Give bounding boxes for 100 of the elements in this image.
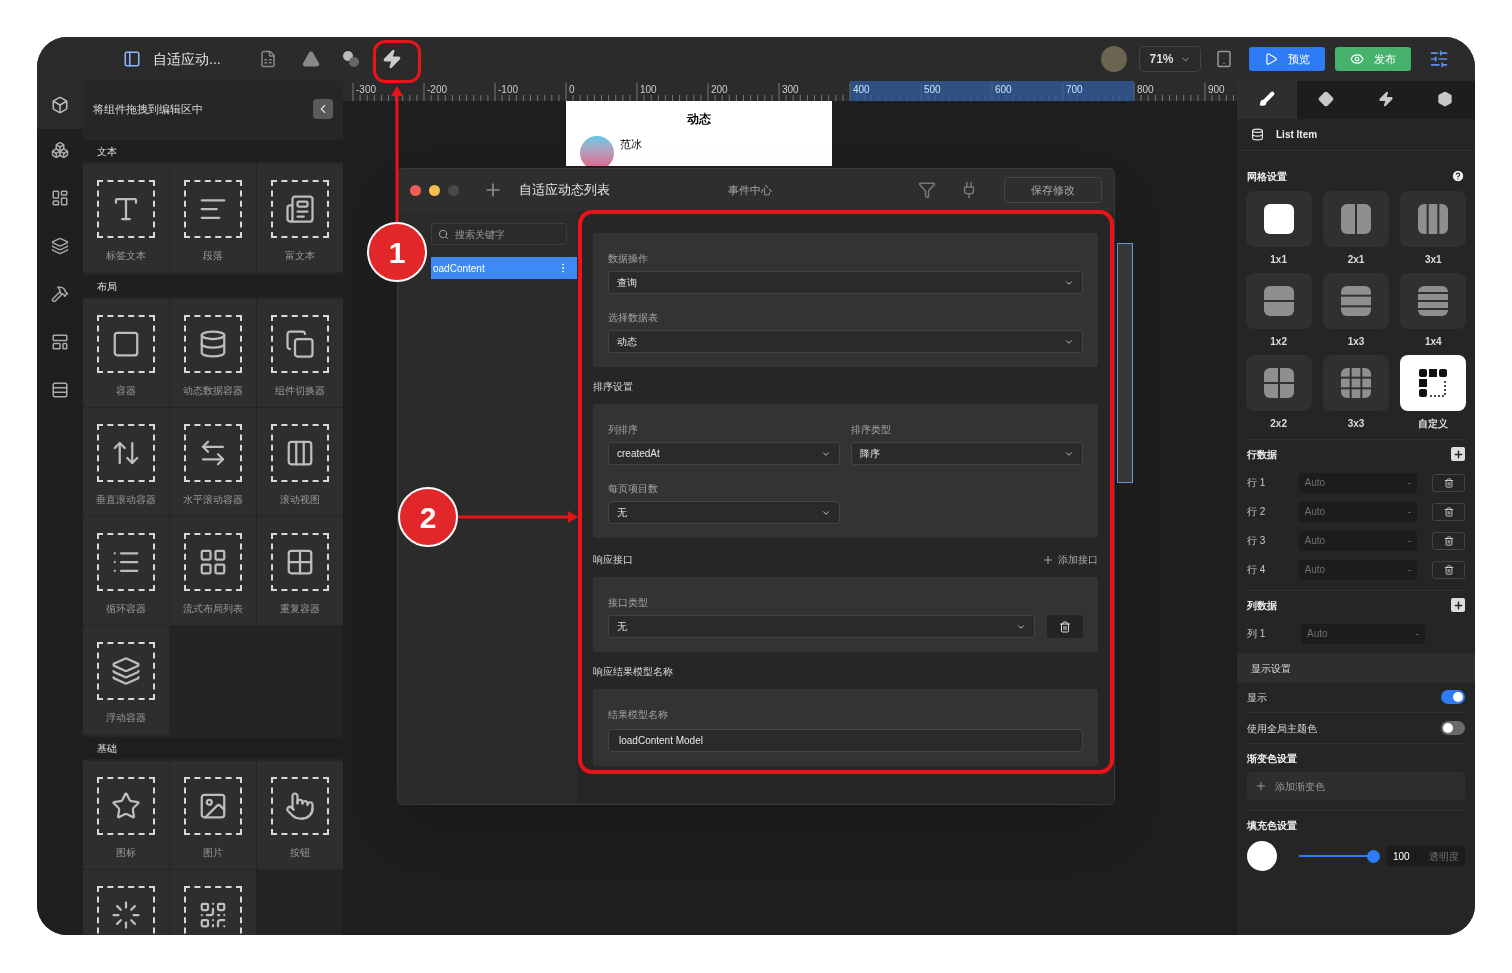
ruler-label: 900 [1208, 83, 1225, 97]
ruler-label: 700 [1066, 83, 1083, 97]
size-field[interactable]: Auto - [1298, 559, 1418, 580]
size-input[interactable]: Auto [1304, 562, 1385, 577]
grid-option[interactable] [1400, 355, 1467, 411]
toggle-switch[interactable] [1441, 721, 1465, 735]
delete-button[interactable] [1432, 473, 1465, 492]
triangle-icon[interactable] [301, 50, 320, 68]
opacity-field[interactable]: 100 透明度 [1387, 846, 1465, 866]
size-field[interactable]: Auto - [1298, 530, 1418, 551]
select-field[interactable]: createdAt [608, 442, 840, 465]
zoom-dropdown[interactable]: 71% [1139, 46, 1201, 72]
field-label: 接口类型 [608, 596, 649, 610]
select-field[interactable]: 查询 [608, 271, 1083, 294]
ruler-label: 600 [995, 83, 1012, 97]
delete-button[interactable] [1432, 531, 1465, 550]
inspector-tab[interactable] [1237, 81, 1297, 119]
size-field[interactable]: Auto - [1301, 623, 1425, 644]
toggle-switch[interactable] [1441, 690, 1465, 704]
component-label: 图片 [203, 846, 223, 860]
search-input[interactable]: 搜索关键字 [455, 226, 555, 242]
database-container-icon [184, 315, 242, 373]
size-field[interactable]: Auto - [1298, 472, 1418, 493]
ruler-label: -300 [356, 83, 376, 97]
blocks-icon[interactable] [51, 189, 69, 207]
sidebar-toggle-icon[interactable] [123, 50, 141, 68]
plus-icon [1255, 780, 1267, 792]
cube-icon[interactable] [51, 96, 69, 114]
size-input[interactable]: Auto [1304, 475, 1385, 490]
ruler-label: 0 [569, 83, 575, 97]
preview-button[interactable]: 预览 [1249, 47, 1325, 71]
delete-button[interactable] [1432, 560, 1465, 579]
settings-sliders-icon[interactable] [1429, 49, 1449, 69]
grid-layout-icon [1263, 368, 1294, 398]
add-interface-button[interactable]: 添加接口 [1042, 552, 1098, 567]
color-swatch[interactable] [1247, 841, 1277, 871]
grid-layout-icon [1418, 204, 1449, 234]
ruler-label: 400 [853, 83, 870, 97]
grid-option-label: 1x3 [1347, 335, 1365, 349]
grid-layout-icon [1263, 286, 1294, 316]
avatar[interactable] [1101, 46, 1127, 72]
tablet-icon[interactable] [1215, 50, 1233, 68]
inspector-tab[interactable] [1415, 81, 1475, 119]
lightning-icon[interactable] [381, 49, 402, 69]
collapse-button[interactable] [313, 99, 333, 119]
image-icon [184, 777, 242, 835]
add-button[interactable] [1451, 598, 1465, 612]
add-gradient-button[interactable]: 添加渐变色 [1247, 772, 1465, 800]
select-field[interactable]: 无 [608, 615, 1035, 638]
flow-layout-icon [184, 533, 242, 591]
component-label: 重复容器 [280, 602, 320, 616]
ruler-label: 200 [711, 83, 728, 97]
grid-layout-icon [1341, 286, 1371, 316]
size-input[interactable]: Auto [1304, 533, 1385, 548]
template-icon[interactable] [51, 333, 69, 351]
trash-icon [1443, 506, 1454, 517]
grid-layout-icon [1263, 204, 1294, 234]
delete-button[interactable] [1047, 615, 1083, 638]
section-title: 基础 [97, 741, 117, 756]
brush-icon [1258, 91, 1275, 107]
add-button[interactable] [1451, 447, 1465, 461]
inspector-tab[interactable] [1296, 81, 1356, 119]
rows-icon[interactable] [51, 381, 69, 399]
select-field[interactable]: 动态 [608, 330, 1083, 353]
select-field[interactable]: 无 [608, 501, 840, 524]
repeat-grid-icon [271, 533, 329, 591]
text-icon [97, 180, 155, 238]
ruler-label: 100 [640, 83, 657, 97]
section-title: 列数据 [1247, 598, 1277, 613]
component-label: 循环容器 [106, 602, 146, 616]
section-title: 行数据 [1247, 447, 1277, 462]
size-field[interactable]: Auto - [1298, 501, 1418, 522]
select-field[interactable]: 降序 [851, 442, 1083, 465]
list-icon [97, 533, 155, 591]
trash-icon [1443, 535, 1454, 546]
search-field[interactable]: 搜索关键字 [431, 223, 567, 245]
help-icon[interactable] [1451, 169, 1465, 183]
spreadsheet-icon[interactable] [258, 50, 277, 68]
grid-option-label: 3x3 [1347, 417, 1365, 431]
size-input[interactable]: Auto [1304, 504, 1385, 519]
circles-icon[interactable] [341, 50, 360, 68]
component-label: 滚动视图 [280, 493, 320, 507]
section-title: 网格设置 [1247, 169, 1287, 184]
package-icon [1437, 91, 1454, 107]
delete-button[interactable] [1432, 502, 1465, 521]
grid-option[interactable] [1245, 191, 1312, 247]
funnel-icon[interactable] [918, 181, 936, 199]
layers-icon[interactable] [51, 237, 69, 255]
button-icon [271, 777, 329, 835]
project-title: 自适应动... [153, 49, 221, 69]
horizontal-scroll-icon [184, 424, 242, 482]
model-name-field[interactable]: loadContent Model [608, 729, 1083, 752]
opacity-slider[interactable] [1299, 849, 1377, 863]
cubes-icon[interactable] [51, 141, 69, 159]
search-icon [438, 228, 449, 240]
save-button[interactable]: 保存修改 [1004, 177, 1102, 203]
section-heading: 响应结果模型名称 [593, 665, 674, 679]
size-input[interactable]: Auto [1307, 626, 1387, 641]
hammer-icon[interactable] [51, 285, 69, 303]
row-label: 行 4 [1247, 563, 1267, 577]
